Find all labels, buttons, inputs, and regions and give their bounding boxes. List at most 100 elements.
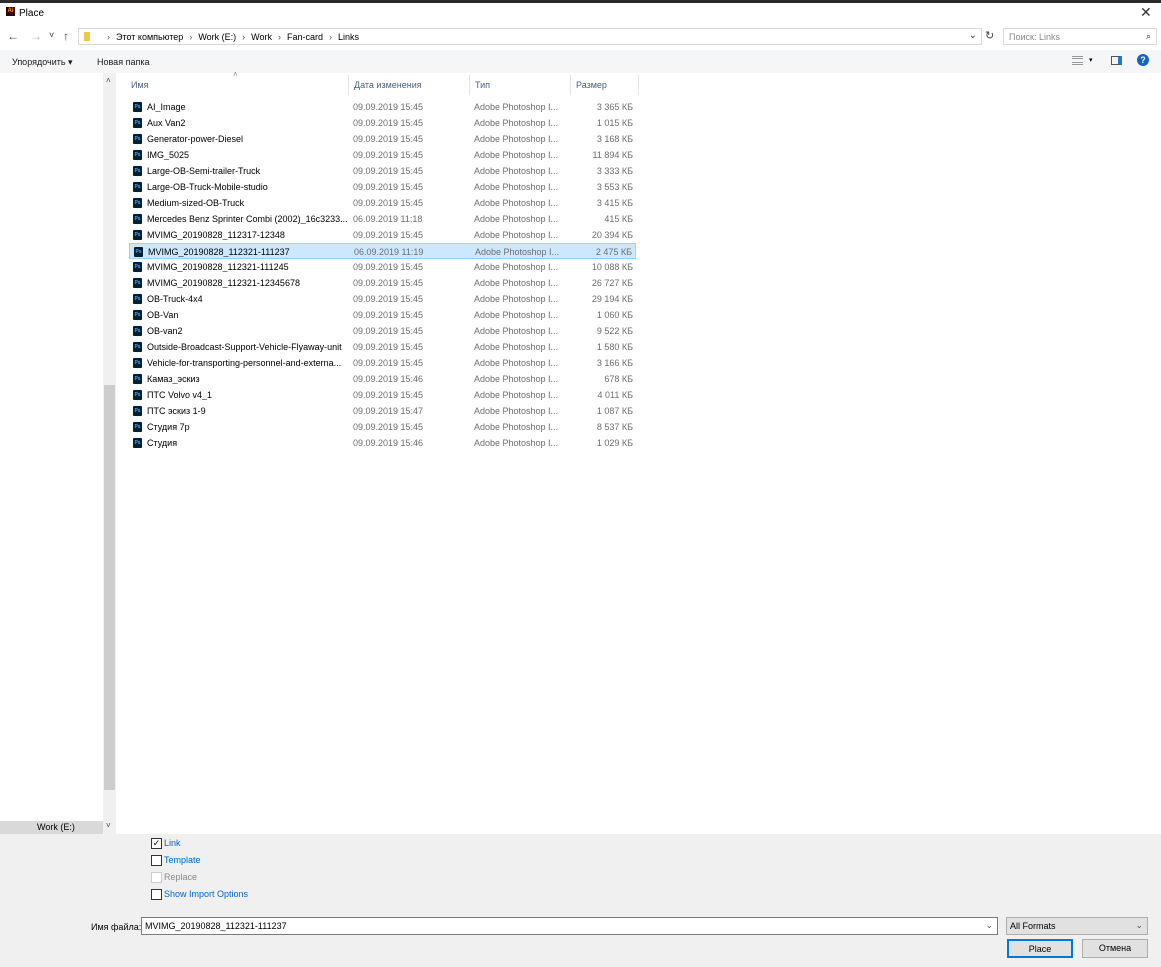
file-row[interactable]: Ps Outside-Broadcast-Support-Vehicle-Fly… bbox=[129, 339, 636, 355]
checkbox-label[interactable]: Template bbox=[164, 855, 201, 865]
breadcrumb-item[interactable]: Work (E:) bbox=[198, 32, 236, 42]
file-row[interactable]: Ps MVIMG_20190828_112321-111237 06.09.20… bbox=[129, 243, 636, 259]
file-size: 3 168 КБ bbox=[596, 134, 633, 144]
file-row[interactable]: Ps Medium-sized-OB-Truck 09.09.2019 15:4… bbox=[129, 195, 636, 211]
view-options-icon[interactable] bbox=[1072, 56, 1083, 65]
illustrator-app-icon: Ai bbox=[6, 7, 15, 16]
file-type: Adobe Photoshop I... bbox=[474, 358, 559, 368]
file-name: OB-van2 bbox=[147, 326, 183, 336]
chevron-right-icon[interactable]: › bbox=[278, 32, 281, 42]
file-row[interactable]: Ps Студия 09.09.2019 15:46 Adobe Photosh… bbox=[129, 435, 636, 451]
file-date: 09.09.2019 15:47 bbox=[353, 406, 424, 416]
navigation-pane bbox=[0, 73, 103, 834]
file-row[interactable]: Ps Large-OB-Truck-Mobile-studio 09.09.20… bbox=[129, 179, 636, 195]
file-size: 1 029 КБ bbox=[596, 438, 633, 448]
photoshop-file-icon: Ps bbox=[133, 150, 142, 160]
photoshop-file-icon: Ps bbox=[133, 310, 142, 320]
file-name: MVIMG_20190828_112321-111245 bbox=[147, 262, 289, 272]
photoshop-file-icon: Ps bbox=[133, 214, 142, 224]
options-panel bbox=[0, 834, 1161, 967]
filename-input[interactable]: MVIMG_20190828_112321-111237 ⌄ bbox=[141, 917, 998, 935]
file-date: 09.09.2019 15:45 bbox=[353, 102, 424, 112]
file-date: 06.09.2019 11:19 bbox=[354, 247, 424, 257]
file-row[interactable]: Ps MVIMG_20190828_112317-12348 09.09.201… bbox=[129, 227, 636, 243]
checkbox-label[interactable]: Link bbox=[164, 838, 181, 848]
file-size: 3 166 КБ bbox=[596, 358, 633, 368]
photoshop-file-icon: Ps bbox=[133, 326, 142, 336]
search-input[interactable]: Поиск: Links ⌕ bbox=[1003, 28, 1157, 45]
column-type[interactable]: Тип bbox=[470, 75, 571, 95]
file-row[interactable]: Ps Large-OB-Semi-trailer-Truck 09.09.201… bbox=[129, 163, 636, 179]
close-button[interactable]: ✕ bbox=[1140, 4, 1152, 21]
recent-locations-button[interactable]: ˅ bbox=[49, 30, 54, 40]
file-size: 3 333 КБ bbox=[596, 166, 633, 176]
scroll-up-icon[interactable]: ˄ bbox=[106, 76, 111, 85]
file-row[interactable]: Ps Aux Van2 09.09.2019 15:45 Adobe Photo… bbox=[129, 115, 636, 131]
up-button[interactable]: ↑ bbox=[63, 29, 69, 43]
file-type: Adobe Photoshop I... bbox=[474, 374, 559, 384]
file-size: 3 365 КБ bbox=[596, 102, 633, 112]
checkbox-link[interactable]: ✓ bbox=[151, 838, 162, 849]
file-type: Adobe Photoshop I... bbox=[474, 342, 559, 352]
back-button[interactable]: ← bbox=[7, 29, 19, 43]
new-folder-button[interactable]: Новая папка bbox=[97, 57, 149, 67]
photoshop-file-icon: Ps bbox=[133, 198, 142, 208]
checkbox-show-import-options[interactable] bbox=[151, 889, 162, 900]
sidebar-item-work-drive[interactable]: Work (E:) bbox=[0, 821, 103, 834]
checkbox-label[interactable]: Show Import Options bbox=[164, 889, 248, 899]
file-type: Adobe Photoshop I... bbox=[474, 182, 559, 192]
file-date: 09.09.2019 15:45 bbox=[353, 342, 424, 352]
photoshop-file-icon: Ps bbox=[133, 438, 142, 448]
view-dropdown-icon[interactable]: ▾ bbox=[1089, 56, 1093, 64]
file-row[interactable]: Ps Студия 7р 09.09.2019 15:45 Adobe Phot… bbox=[129, 419, 636, 435]
refresh-button[interactable]: ↻ bbox=[985, 29, 994, 42]
file-row[interactable]: Ps ПТС Volvo v4_1 09.09.2019 15:45 Adobe… bbox=[129, 387, 636, 403]
column-name[interactable]: Имя bbox=[126, 75, 349, 95]
breadcrumb-item[interactable]: Work bbox=[251, 32, 272, 42]
file-row[interactable]: Ps OB-Truck-4x4 09.09.2019 15:45 Adobe P… bbox=[129, 291, 636, 307]
chevron-down-icon[interactable]: ⌄ bbox=[969, 30, 977, 41]
address-bar[interactable]: › Этот компьютер › Work (E:) › Work › Fan-card ›… bbox=[78, 28, 982, 45]
breadcrumb-item[interactable]: Fan-card bbox=[287, 32, 323, 42]
search-placeholder: Поиск: Links bbox=[1009, 32, 1060, 42]
chevron-right-icon[interactable]: › bbox=[189, 32, 192, 42]
file-row[interactable]: Ps Generator-power-Diesel 09.09.2019 15:… bbox=[129, 131, 636, 147]
chevron-right-icon[interactable]: › bbox=[242, 32, 245, 42]
column-size[interactable]: Размер bbox=[571, 75, 639, 95]
format-select[interactable]: All Formats ⌄ bbox=[1006, 917, 1148, 935]
checkbox-template[interactable] bbox=[151, 855, 162, 866]
file-row[interactable]: Ps Камаз_эскиз 09.09.2019 15:46 Adobe Ph… bbox=[129, 371, 636, 387]
help-icon[interactable]: ? bbox=[1137, 54, 1149, 66]
file-row[interactable]: Ps OB-van2 09.09.2019 15:45 Adobe Photos… bbox=[129, 323, 636, 339]
place-button[interactable]: Place bbox=[1007, 939, 1073, 958]
file-size: 29 194 КБ bbox=[591, 294, 633, 304]
file-type: Adobe Photoshop I... bbox=[475, 247, 560, 257]
file-size: 3 553 КБ bbox=[596, 182, 633, 192]
file-row[interactable]: Ps OB-Van 09.09.2019 15:45 Adobe Photosh… bbox=[129, 307, 636, 323]
scrollbar-thumb[interactable] bbox=[104, 385, 115, 790]
file-name: IMG_5025 bbox=[147, 150, 190, 160]
file-row[interactable]: Ps AI_Image 09.09.2019 15:45 Adobe Photo… bbox=[129, 99, 636, 115]
scroll-down-icon[interactable]: ˅ bbox=[106, 821, 111, 830]
breadcrumb-item[interactable]: Этот компьютер bbox=[116, 32, 183, 42]
chevron-down-icon[interactable]: ⌄ bbox=[985, 920, 993, 931]
file-name: MVIMG_20190828_112317-12348 bbox=[147, 230, 285, 240]
file-row[interactable]: Ps Vehicle-for-transporting-personnel-an… bbox=[129, 355, 636, 371]
file-row[interactable]: Ps IMG_5025 09.09.2019 15:45 Adobe Photo… bbox=[129, 147, 636, 163]
file-row[interactable]: Ps MVIMG_20190828_112321-12345678 09.09.… bbox=[129, 275, 636, 291]
file-type: Adobe Photoshop I... bbox=[474, 422, 559, 432]
forward-button[interactable]: → bbox=[30, 29, 42, 43]
preview-pane-icon[interactable] bbox=[1111, 56, 1122, 65]
column-date[interactable]: Дата изменения bbox=[349, 75, 470, 95]
chevron-right-icon[interactable]: › bbox=[329, 32, 332, 42]
file-name: Medium-sized-OB-Truck bbox=[147, 198, 245, 208]
breadcrumb-item[interactable]: Links bbox=[338, 32, 359, 42]
chevron-right-icon[interactable]: › bbox=[107, 32, 110, 42]
organize-button[interactable]: Упорядочить ▾ bbox=[12, 57, 73, 68]
cancel-button[interactable]: Отмена bbox=[1082, 939, 1148, 958]
photoshop-file-icon: Ps bbox=[133, 102, 142, 112]
file-row[interactable]: Ps MVIMG_20190828_112321-111245 09.09.20… bbox=[129, 259, 636, 275]
file-row[interactable]: Ps Mercedes Benz Sprinter Combi (2002)_1… bbox=[129, 211, 636, 227]
file-date: 09.09.2019 15:45 bbox=[353, 262, 424, 272]
file-row[interactable]: Ps ПТС эскиз 1-9 09.09.2019 15:47 Adobe … bbox=[129, 403, 636, 419]
